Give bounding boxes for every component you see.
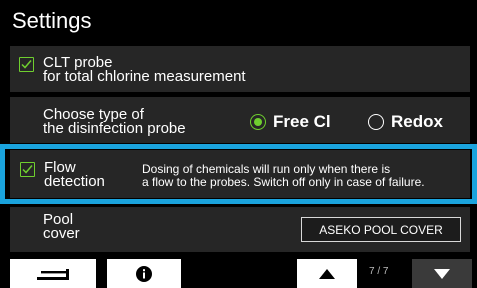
radio-unselected-icon [368,114,384,130]
page-title: Settings [12,8,92,33]
back-button[interactable] [10,259,96,288]
page-indicator: 7 / 7 [369,266,389,277]
clt-probe-checkbox[interactable] [19,57,34,72]
return-arrow-icon [37,268,69,280]
clt-probe-label: CLT probe for total chlorine measurement [43,54,246,85]
info-button[interactable] [107,259,181,288]
flow-detection-description: Dosing of chemicals will run only when t… [142,162,425,189]
radio-free-cl[interactable]: Free Cl [250,112,331,132]
pool-cover-label: Pool cover [43,211,80,242]
radio-selected-icon [250,114,266,130]
checkmark-icon [22,165,33,174]
clt-probe-setting[interactable]: CLT probe for total chlorine measurement [10,46,470,92]
triangle-up-icon [319,268,335,279]
triangle-down-icon [434,268,450,279]
info-icon [136,265,152,282]
flow-detection-label: Flow detection [44,159,105,190]
page-down-button[interactable] [412,259,472,288]
disinfection-probe-setting: Choose type of the disinfection probe Fr… [10,97,470,143]
page-up-button[interactable] [297,259,357,288]
pool-cover-button[interactable]: ASEKO POOL COVER [301,217,461,242]
disinfection-probe-label: Choose type of the disinfection probe [43,106,186,137]
pool-cover-setting: Pool cover ASEKO POOL COVER [10,207,470,252]
flow-detection-setting[interactable]: Flow detection Dosing of chemicals will … [10,150,470,198]
radio-redox-label: Redox [391,112,443,131]
radio-free-cl-label: Free Cl [273,112,331,131]
checkmark-icon [21,60,32,69]
flow-detection-checkbox[interactable] [20,162,35,177]
radio-redox[interactable]: Redox [368,112,443,132]
